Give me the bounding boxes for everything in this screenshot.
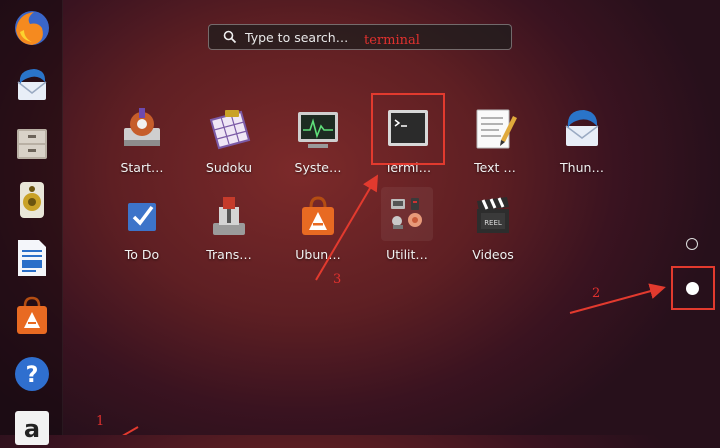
app-label: Utilit… <box>386 247 428 262</box>
svg-text:?: ? <box>26 363 39 388</box>
terminal-highlight-box <box>371 93 445 165</box>
transmission-icon <box>213 197 245 235</box>
step-1-label: 1 <box>96 414 105 429</box>
search-bar[interactable]: Type to search… <box>208 24 512 50</box>
svg-text:a: a <box>24 415 40 443</box>
system-monitor-icon <box>298 112 338 148</box>
utilities-folder-icon <box>391 198 422 229</box>
app-label: Sudoku <box>205 160 253 175</box>
app-startup-disk-creator[interactable]: Start… <box>105 104 179 190</box>
app-utilities[interactable]: Utilit… <box>370 191 444 277</box>
search-placeholder: Type to search… <box>245 30 349 45</box>
app-label: Thun… <box>560 160 604 175</box>
search-typed-annotation: terminal <box>364 33 420 48</box>
videos-icon: REEL <box>477 197 509 233</box>
app-videos[interactable]: REEL Videos <box>456 191 530 277</box>
page-dot-2-active[interactable] <box>686 282 699 295</box>
app-todo[interactable]: To Do <box>105 191 179 277</box>
startup-disk-creator-icon <box>124 108 160 146</box>
todo-icon <box>128 203 156 231</box>
app-label: To Do <box>124 247 160 262</box>
thunderbird-icon <box>565 110 599 146</box>
app-system-monitor[interactable]: Syste… <box>281 104 355 190</box>
files-icon[interactable] <box>10 122 54 166</box>
app-label: Ubun… <box>295 247 341 262</box>
step-2-label: 2 <box>592 286 601 301</box>
rhythmbox-icon[interactable] <box>10 178 54 222</box>
ubuntu-software-icon <box>302 196 334 235</box>
firefox-icon[interactable] <box>10 6 54 50</box>
svg-text:REEL: REEL <box>484 219 502 227</box>
app-label: Videos <box>472 247 514 262</box>
arrow-1 <box>122 426 139 435</box>
app-thunderbird[interactable]: Thun… <box>545 104 619 190</box>
app-label: Trans… <box>206 247 252 262</box>
app-text-editor[interactable]: Text … <box>458 104 532 190</box>
launcher-dock: ? a <box>0 0 63 445</box>
app-ubuntu-software[interactable]: Ubun… <box>281 191 355 277</box>
arrow-2 <box>569 283 666 314</box>
thunderbird-icon[interactable] <box>10 64 54 108</box>
help-icon[interactable]: ? <box>10 352 54 396</box>
ubuntu-software-icon[interactable] <box>10 294 54 338</box>
page-dot-1[interactable] <box>686 238 698 250</box>
writer-icon[interactable] <box>10 236 54 280</box>
app-label: Start… <box>120 160 164 175</box>
amazon-icon[interactable]: a <box>10 404 54 448</box>
app-label: Text … <box>474 160 516 175</box>
search-icon <box>223 30 237 44</box>
sudoku-icon <box>209 110 251 150</box>
app-transmission[interactable]: Trans… <box>192 191 266 277</box>
text-editor-icon <box>476 109 517 149</box>
app-label: Syste… <box>294 160 342 175</box>
step-3-label: 3 <box>333 272 342 287</box>
app-sudoku[interactable]: Sudoku <box>192 104 266 190</box>
